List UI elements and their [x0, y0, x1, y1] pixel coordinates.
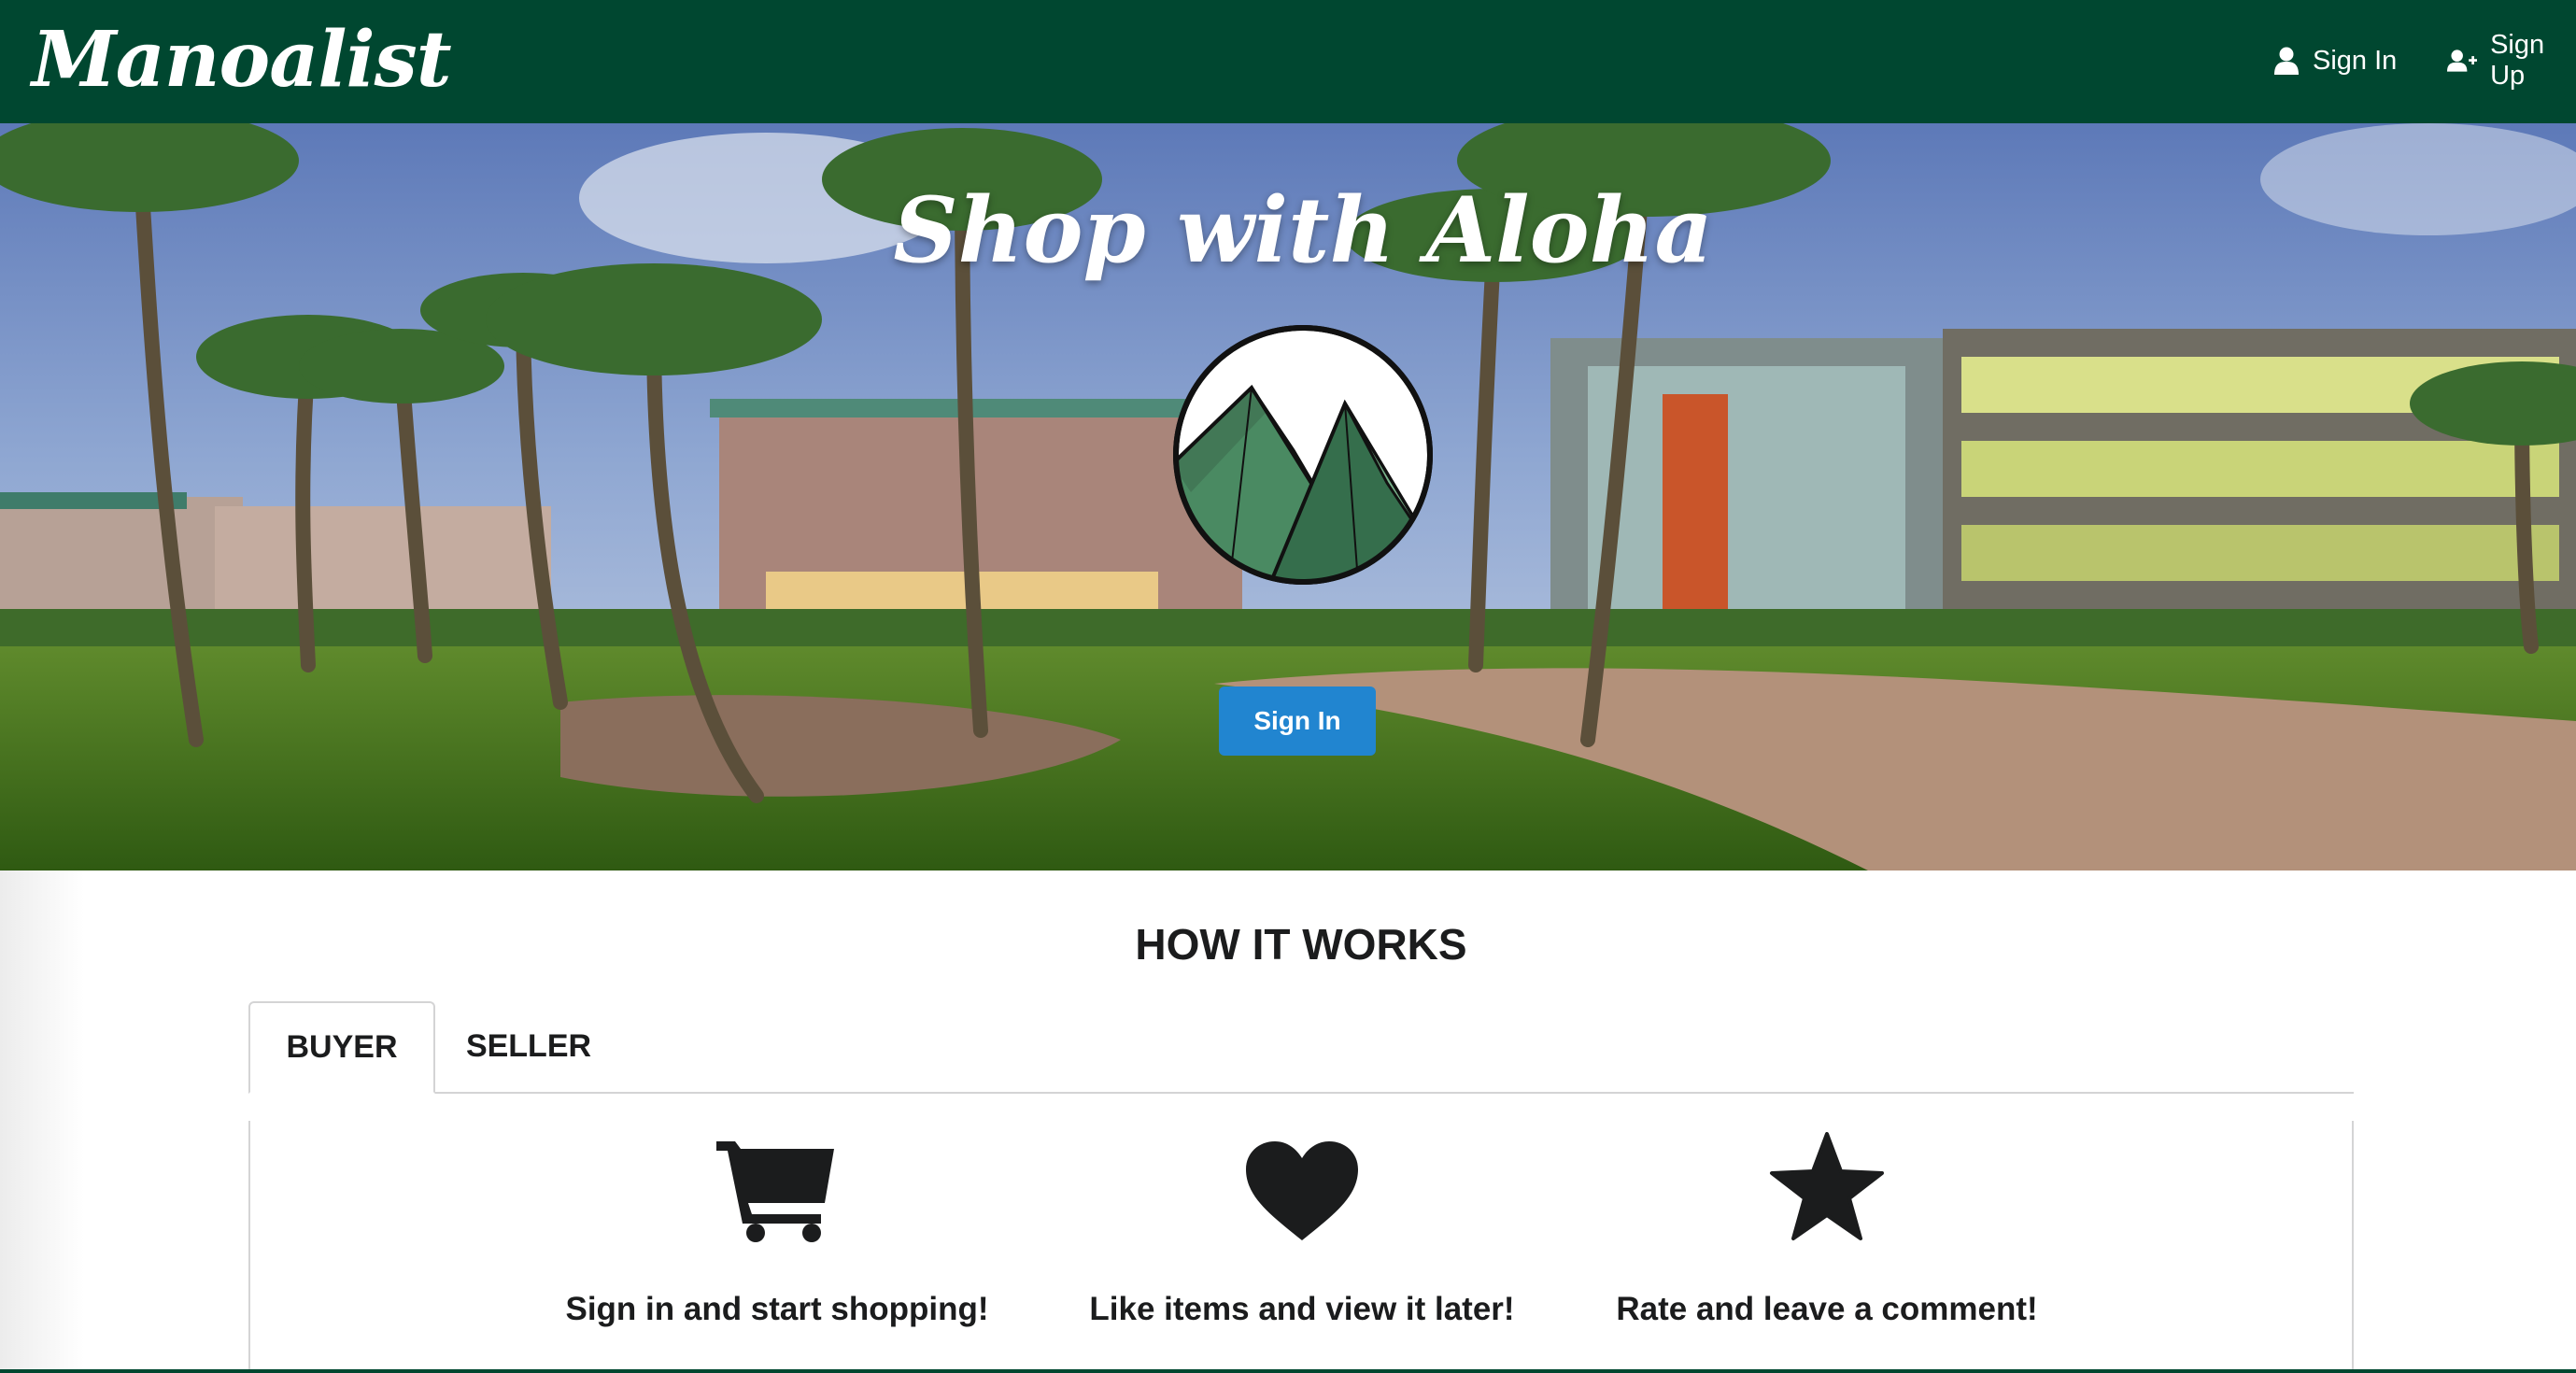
feature-card: Rate and leave a comment!: [1565, 1121, 2088, 1328]
nav-sign-in-link[interactable]: Sign In: [2273, 37, 2397, 84]
buyer-tab-panel: Sign in and start shopping! Like items a…: [248, 1121, 2354, 1373]
how-it-works-section: HOW IT WORKS BUYER SELLER Sign in and st…: [0, 871, 2576, 1373]
user-icon: [2274, 47, 2299, 75]
section-title: HOW IT WORKS: [1135, 920, 1467, 969]
shopping-cart-icon: [716, 1141, 834, 1242]
feature-card: Sign in and start shopping!: [516, 1121, 1039, 1328]
add-user-icon: [2447, 50, 2478, 72]
tab-buyer[interactable]: BUYER: [248, 1001, 435, 1094]
heart-icon: [1246, 1141, 1358, 1240]
star-icon: [1770, 1132, 1884, 1240]
role-tabs: BUYER SELLER: [248, 1001, 2354, 1094]
bottom-border: [0, 1369, 2576, 1373]
feature-card: Like items and view it later!: [1040, 1121, 1564, 1328]
nav-sign-in-label: Sign In: [2313, 45, 2398, 76]
hero-sign-in-button[interactable]: Sign In: [1219, 686, 1376, 756]
feature-caption: Like items and view it later!: [1089, 1291, 1515, 1327]
mountain-logo-icon: [1173, 325, 1433, 585]
top-navbar: Manoalist Sign In Sign Up: [0, 0, 2576, 123]
nav-sign-up-link[interactable]: Sign Up: [2447, 30, 2576, 91]
feature-caption: Rate and leave a comment!: [1616, 1291, 2038, 1327]
hero-banner: Shop with Aloha Sign In: [0, 123, 2576, 871]
brand-logo[interactable]: Manoalist: [32, 13, 452, 106]
tab-seller[interactable]: SELLER: [435, 1001, 622, 1092]
feature-caption: Sign in and start shopping!: [565, 1291, 989, 1327]
hero-title: Shop with Aloha: [893, 177, 1713, 283]
nav-sign-up-label: Sign Up: [2490, 30, 2545, 91]
